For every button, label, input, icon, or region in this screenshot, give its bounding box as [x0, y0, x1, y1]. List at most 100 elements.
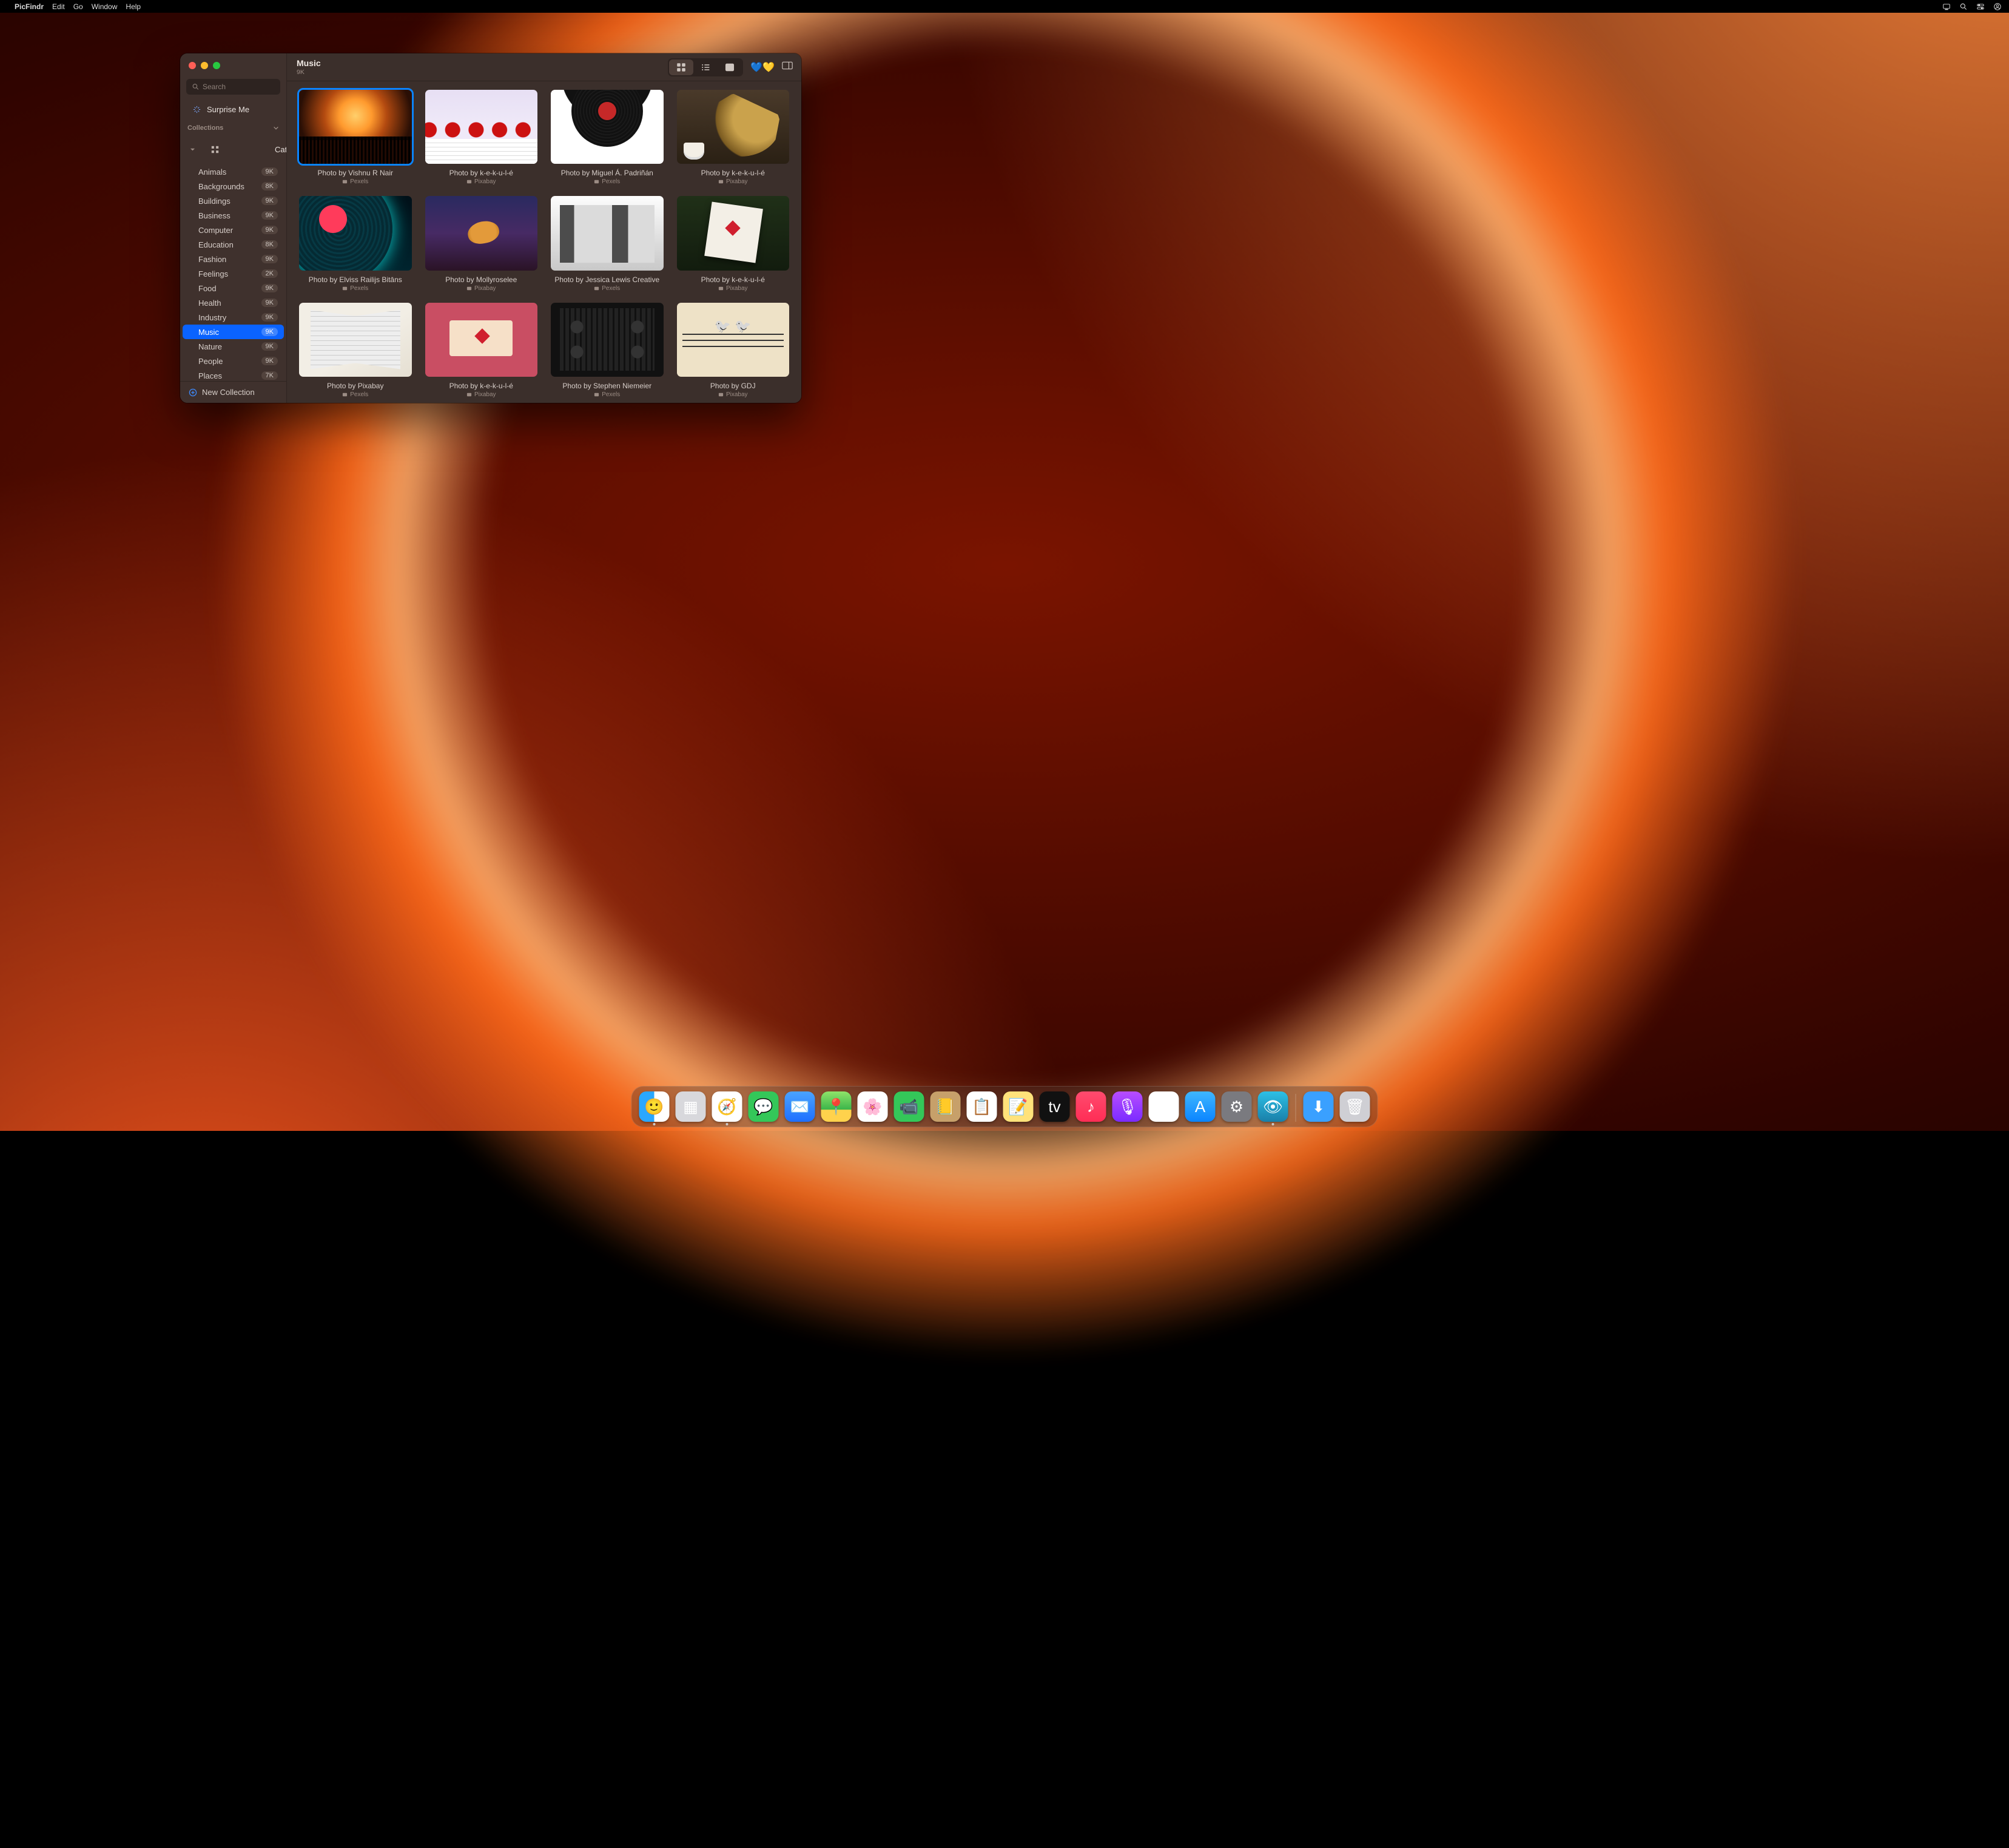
category-label: Food	[198, 284, 217, 293]
photo-source: Pexels	[299, 178, 412, 185]
menubar-item-go[interactable]: Go	[73, 2, 83, 11]
category-count-badge: 9K	[261, 328, 278, 336]
sidebar-item-music[interactable]: Music9K	[183, 325, 284, 339]
control-center-icon[interactable]	[1976, 2, 1985, 11]
category-count-badge: 9K	[261, 255, 278, 263]
new-collection-button[interactable]: New Collection	[180, 381, 286, 403]
view-detail-button[interactable]	[718, 59, 742, 75]
dock-app-notes[interactable]: 📝	[1003, 1091, 1034, 1122]
dock-app-tv[interactable]: tv	[1040, 1091, 1070, 1122]
dock-app-podcasts[interactable]: 🎙	[1112, 1091, 1143, 1122]
photo-thumbnail[interactable]	[551, 196, 664, 270]
spotlight-search-icon[interactable]	[1959, 2, 1968, 11]
dock-app-launchpad[interactable]: ▦	[676, 1091, 706, 1122]
menubar-item-edit[interactable]: Edit	[52, 2, 65, 11]
photo-thumbnail[interactable]	[299, 303, 412, 377]
photo-cell: Photo by k-e-k-u-l-éPixabay	[677, 196, 790, 291]
dock-app-picfindr[interactable]: 👁	[1258, 1091, 1288, 1122]
photo-thumbnail[interactable]	[551, 90, 664, 164]
photo-thumbnail[interactable]	[677, 90, 790, 164]
dock-app-maps[interactable]: 📍	[821, 1091, 852, 1122]
photo-source: Pexels	[551, 285, 664, 292]
view-list-button[interactable]	[693, 59, 718, 75]
grid-view-icon	[676, 62, 686, 72]
dock-app-messages[interactable]: 💬	[749, 1091, 779, 1122]
dock-app-safari[interactable]: 🧭	[712, 1091, 742, 1122]
minimize-window-button[interactable]	[201, 62, 208, 69]
sidebar-item-animals[interactable]: Animals9K	[183, 164, 284, 179]
sidebar-item-buildings[interactable]: Buildings9K	[183, 194, 284, 208]
view-grid-button[interactable]	[669, 59, 693, 75]
sidebar-scroll[interactable]: Collections Categories 20 Animals9KBackg…	[180, 121, 286, 381]
close-window-button[interactable]	[189, 62, 196, 69]
dock-app-downloads[interactable]: ⬇	[1304, 1091, 1334, 1122]
sidebar-item-food[interactable]: Food9K	[183, 281, 284, 295]
sidebar-item-nature[interactable]: Nature9K	[183, 339, 284, 354]
picfindr-window: Surprise Me Collections Categories 20 An…	[180, 53, 801, 403]
window-traffic-lights	[180, 53, 286, 75]
ukraine-flag-icon[interactable]: 💙💛	[750, 61, 775, 73]
photo-cell: Photo by Elviss Railijs BitānsPexels	[299, 196, 412, 291]
surprise-me-button[interactable]: Surprise Me	[185, 101, 281, 118]
menubar-item-window[interactable]: Window	[92, 2, 118, 11]
screen-mirroring-icon[interactable]	[1942, 2, 1951, 11]
collections-section-header[interactable]: Collections	[180, 121, 286, 134]
sidebar: Surprise Me Collections Categories 20 An…	[180, 53, 287, 403]
sidebar-item-places[interactable]: Places7K	[183, 368, 284, 381]
photo-thumbnail[interactable]	[425, 303, 538, 377]
dock-app-trash[interactable]: 🗑	[1340, 1091, 1370, 1122]
sidebar-item-people[interactable]: People9K	[183, 354, 284, 368]
photo-source: Pixabay	[425, 391, 538, 398]
sidebar-item-feelings[interactable]: Feelings2K	[183, 266, 284, 281]
dock-app-mail[interactable]: ✉️	[785, 1091, 815, 1122]
sidebar-item-business[interactable]: Business9K	[183, 208, 284, 223]
dock-app-news[interactable]: N	[1149, 1091, 1179, 1122]
photo-thumbnail[interactable]: 🌐 Pexels🖼 People at Concert🎨 Vishnu R Na…	[299, 90, 412, 164]
menubar-app-name[interactable]: PicFindr	[15, 2, 44, 11]
sidebar-item-backgrounds[interactable]: Backgrounds8K	[183, 179, 284, 194]
photo-caption: Photo by GDJ	[677, 382, 790, 390]
category-count-badge: 9K	[261, 357, 278, 365]
photo-thumbnail[interactable]	[677, 303, 790, 377]
sidebar-item-industry[interactable]: Industry9K	[183, 310, 284, 325]
dock-app-reminders[interactable]: 📋	[967, 1091, 997, 1122]
toggle-right-sidebar-button[interactable]	[782, 61, 793, 73]
page-title: Music	[297, 58, 321, 68]
photo-caption: Photo by Stephen Niemeier	[551, 382, 664, 390]
category-count-badge: 8K	[261, 240, 278, 249]
photo-cell: Photo by MollyroseleePixabay	[425, 196, 538, 291]
dock-app-photos[interactable]: 🌸	[858, 1091, 888, 1122]
sidebar-item-health[interactable]: Health9K	[183, 295, 284, 310]
photo-source: Pixabay	[677, 285, 790, 292]
user-account-icon[interactable]	[1993, 2, 2002, 11]
photo-grid-scroll[interactable]: 🌐 Pexels🖼 People at Concert🎨 Vishnu R Na…	[287, 81, 801, 403]
dock-app-contacts[interactable]: 📒	[930, 1091, 961, 1122]
dock-app-music[interactable]: ♪	[1076, 1091, 1106, 1122]
photo-thumbnail[interactable]	[425, 90, 538, 164]
dock-app-app-store[interactable]: A	[1185, 1091, 1216, 1122]
categories-grid-icon	[199, 137, 271, 162]
sidebar-item-education[interactable]: Education8K	[183, 237, 284, 252]
photo-cell: Photo by k-e-k-u-l-éPixabay	[677, 90, 790, 185]
dock-app-facetime[interactable]: 📹	[894, 1091, 924, 1122]
photo-thumbnail[interactable]	[425, 196, 538, 270]
photo-thumbnail[interactable]	[551, 303, 664, 377]
category-label: Animals	[198, 167, 226, 177]
sidebar-item-computer[interactable]: Computer9K	[183, 223, 284, 237]
dock-app-finder[interactable]: 🙂	[639, 1091, 670, 1122]
category-count-badge: 9K	[261, 298, 278, 307]
photo-caption: Photo by Elviss Railijs Bitāns	[299, 275, 412, 284]
menubar-item-help[interactable]: Help	[126, 2, 141, 11]
fullscreen-window-button[interactable]	[213, 62, 220, 69]
photo-source: Pexels	[551, 391, 664, 398]
sidebar-item-categories[interactable]: Categories 20	[183, 134, 284, 164]
photo-caption: Photo by k-e-k-u-l-é	[425, 382, 538, 390]
photo-thumbnail[interactable]	[677, 196, 790, 270]
sidebar-item-fashion[interactable]: Fashion9K	[183, 252, 284, 266]
photo-source: Pixabay	[677, 178, 790, 185]
photo-thumbnail[interactable]	[299, 196, 412, 270]
dock-app-settings[interactable]: ⚙	[1222, 1091, 1252, 1122]
search-input[interactable]	[186, 79, 280, 95]
disclosure-triangle-icon[interactable]	[190, 145, 195, 154]
image-view-icon	[725, 62, 735, 72]
